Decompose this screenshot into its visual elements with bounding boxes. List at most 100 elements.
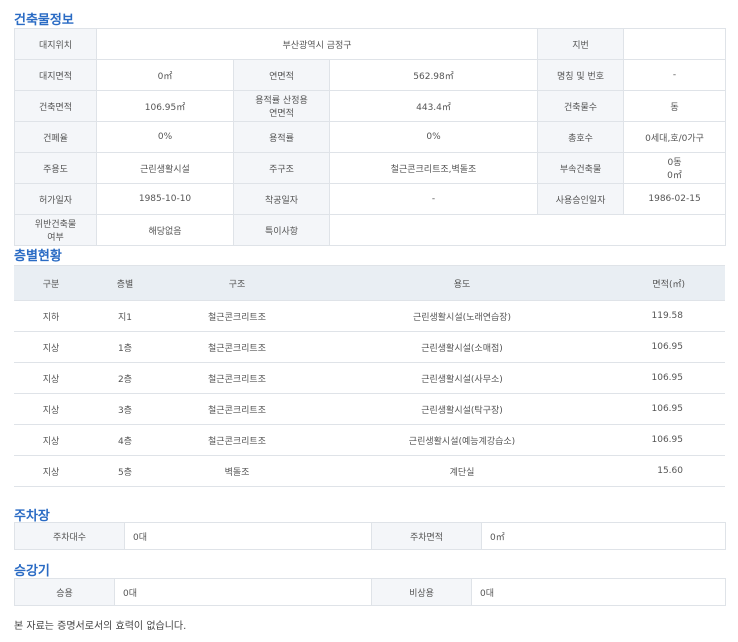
field-value [328, 214, 727, 246]
table-cell: 근린생활시설(사무소) [312, 362, 612, 394]
field-value: 0% [96, 121, 234, 153]
table-cell: 5층 [88, 455, 162, 487]
field-value: - [623, 59, 727, 91]
column-header: 구조 [162, 265, 312, 301]
field-value: 106.95㎡ [96, 90, 234, 122]
parking-area-value: 0㎡ [481, 522, 726, 550]
table-cell: 지하 [14, 300, 88, 332]
table-row: 지하 지1 철근콘크리트조 근린생활시설(노래연습장) 119.58 [14, 300, 725, 332]
table-cell: 계단실 [312, 455, 612, 487]
parking-table: 주차대수 0대 주차면적 0㎡ [14, 522, 726, 550]
table-cell: 근린생활시설(노래연습장) [312, 300, 612, 332]
footnote: 본 자료는 증명서로서의 효력이 없습니다. [14, 621, 187, 632]
field-value [623, 28, 727, 60]
column-header: 층별 [88, 265, 162, 301]
field-value: 443.4㎡ [328, 90, 539, 122]
floor-status-title: 층별현황 [14, 249, 62, 264]
table-cell: 지상 [14, 362, 88, 394]
field-label: 총호수 [537, 121, 625, 153]
parking-count-value: 0대 [124, 522, 372, 550]
field-value: 근린생활시설 [96, 152, 234, 184]
field-label: 대지위치 [14, 28, 97, 60]
table-row: 지상 4층 철근콘크리트조 근린생활시설(예능계강습소) 106.95 [14, 424, 725, 456]
column-header: 구분 [14, 265, 88, 301]
field-label: 착공일자 [233, 183, 330, 215]
table-row: 지상 2층 철근콘크리트조 근린생활시설(사무소) 106.95 [14, 362, 725, 394]
field-label: 용적률 [233, 121, 330, 153]
elevator-emergency-label: 비상용 [371, 578, 472, 606]
field-value: 0㎡ [96, 59, 234, 91]
elevator-emergency-value: 0대 [471, 578, 726, 606]
table-cell: 15.60 [612, 455, 725, 487]
table-cell: 벽돌조 [162, 455, 312, 487]
table-row: 지상 3층 철근콘크리트조 근린생활시설(탁구장) 106.95 [14, 393, 725, 425]
table-cell: 2층 [88, 362, 162, 394]
building-info-row: 대지위치 부산광역시 금정구 지번 [14, 28, 727, 60]
field-label: 주구조 [233, 152, 330, 184]
elevator-passenger-value: 0대 [114, 578, 372, 606]
building-info-row: 위반건축물 여부 해당없음 특이사항 [14, 214, 727, 246]
column-header: 면적(㎡) [612, 265, 725, 301]
building-info-title: 건축물정보 [14, 13, 74, 28]
table-cell: 106.95 [612, 424, 725, 456]
field-value: - [328, 183, 539, 215]
floor-status-table: 구분 층별 구조 용도 면적(㎡) 지하 지1 철근콘크리트조 근린생활시설(노래연습장) 11… [14, 265, 725, 487]
table-cell: 지상 [14, 393, 88, 425]
field-value: 철근콘크리트조,벽돌조 [328, 152, 539, 184]
table-cell: 106.95 [612, 331, 725, 363]
column-header: 용도 [312, 265, 612, 301]
field-label: 주용도 [14, 152, 97, 184]
table-cell: 3층 [88, 393, 162, 425]
field-value: 0세대,호/0가구 [623, 121, 727, 153]
field-value: 562.98㎡ [328, 59, 539, 91]
building-info-row: 허가일자 1985-10-10 착공일자 - 사용승인일자 1986-02-15 [14, 183, 727, 215]
field-label: 특이사항 [233, 214, 330, 246]
elevator-passenger-label: 승용 [14, 578, 115, 606]
parking-area-label: 주차면적 [371, 522, 482, 550]
field-label: 허가일자 [14, 183, 97, 215]
field-label: 지번 [537, 28, 625, 60]
field-label: 건폐율 [14, 121, 97, 153]
table-cell: 근린생활시설(탁구장) [312, 393, 612, 425]
table-row: 지상 5층 벽돌조 계단실 15.60 [14, 455, 725, 487]
table-cell: 철근콘크리트조 [162, 331, 312, 363]
field-value: 1986-02-15 [623, 183, 727, 215]
table-cell: 지1 [88, 300, 162, 332]
table-cell: 지상 [14, 455, 88, 487]
field-value: 해당없음 [96, 214, 234, 246]
table-cell: 근린생활시설(소매점) [312, 331, 612, 363]
table-cell: 106.95 [612, 393, 725, 425]
table-cell: 철근콘크리트조 [162, 362, 312, 394]
elevator-title: 승강기 [14, 564, 50, 579]
table-cell: 106.95 [612, 362, 725, 394]
field-label: 건축면적 [14, 90, 97, 122]
field-value: 부산광역시 금정구 [95, 28, 539, 60]
field-label: 건축물수 [537, 90, 625, 122]
elevator-table: 승용 0대 비상용 0대 [14, 578, 726, 606]
table-cell: 철근콘크리트조 [162, 424, 312, 456]
field-label: 사용승인일자 [537, 183, 625, 215]
field-value: 동 [623, 90, 727, 122]
field-label: 용적률 산정용 연면적 [233, 90, 330, 122]
table-cell: 1층 [88, 331, 162, 363]
field-label: 부속건축물 [537, 152, 625, 184]
parking-count-label: 주차대수 [14, 522, 125, 550]
building-info-row: 건폐율 0% 용적률 0% 총호수 0세대,호/0가구 [14, 121, 727, 153]
field-value: 0동 0㎡ [623, 152, 727, 184]
table-cell: 근린생활시설(예능계강습소) [312, 424, 612, 456]
field-value: 0% [328, 121, 539, 153]
building-info-row: 주용도 근린생활시설 주구조 철근콘크리트조,벽돌조 부속건축물 0동 0㎡ [14, 152, 727, 184]
table-cell: 철근콘크리트조 [162, 393, 312, 425]
field-label: 위반건축물 여부 [14, 214, 97, 246]
field-label: 연면적 [233, 59, 330, 91]
building-info-row: 대지면적 0㎡ 연면적 562.98㎡ 명칭 및 번호 - [14, 59, 727, 91]
building-info-row: 건축면적 106.95㎡ 용적률 산정용 연면적 443.4㎡ 건축물수 동 [14, 90, 727, 122]
table-cell: 지상 [14, 331, 88, 363]
table-cell: 철근콘크리트조 [162, 300, 312, 332]
field-value: 1985-10-10 [96, 183, 234, 215]
table-cell: 지상 [14, 424, 88, 456]
building-info-table: 대지위치 부산광역시 금정구 지번 대지면적 0㎡ 연면적 562.98㎡ 명칭 및 번호 - 건… [14, 28, 727, 246]
table-cell: 119.58 [612, 300, 725, 332]
field-label: 명칭 및 번호 [537, 59, 625, 91]
table-cell: 4층 [88, 424, 162, 456]
